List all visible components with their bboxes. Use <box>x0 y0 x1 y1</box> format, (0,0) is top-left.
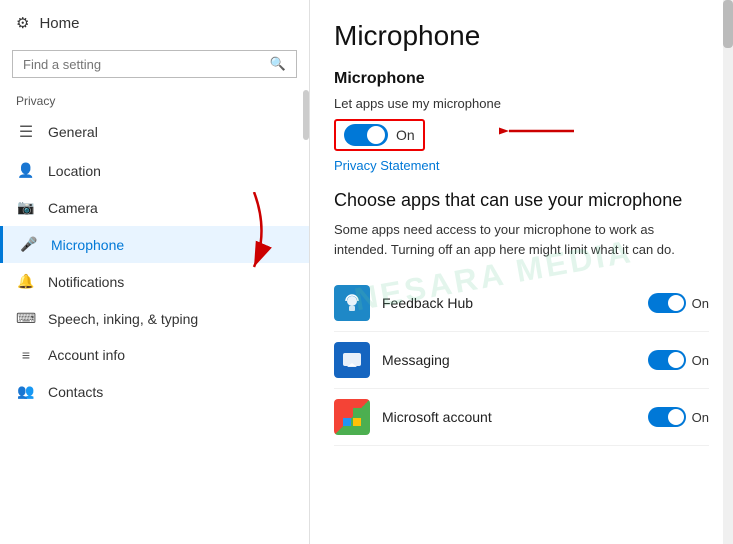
messaging-toggle[interactable] <box>648 350 686 370</box>
account-icon: ≡ <box>16 347 36 363</box>
home-label: Home <box>39 15 79 32</box>
microphone-icon: 🎤 <box>19 236 39 253</box>
app-name-messaging: Messaging <box>382 352 636 368</box>
toggle-state: On <box>396 127 415 143</box>
location-icon: 👤 <box>16 162 36 179</box>
contacts-icon: 👥 <box>16 383 36 400</box>
sidebar-item-label: Location <box>48 163 101 179</box>
toggle-label: Let apps use my microphone <box>334 96 709 111</box>
sidebar-item-label: Notifications <box>48 274 124 290</box>
feedback-hub-icon <box>334 285 370 321</box>
content-area: NESARA MEDIA Microphone Microphone Let a… <box>310 0 733 544</box>
sidebar-item-speech[interactable]: ⌨ Speech, inking, & typing <box>0 300 309 337</box>
sidebar-item-general[interactable]: ☰ General <box>0 112 309 152</box>
scrollbar-track <box>723 0 733 544</box>
sidebar: ⚙ Home 🔍 Privacy ☰ General 👤 Location 📷 … <box>0 0 310 544</box>
messaging-toggle-row: On <box>648 350 709 370</box>
sidebar-item-label: Camera <box>48 200 98 216</box>
microphone-toggle[interactable] <box>344 124 388 146</box>
sidebar-item-label: Speech, inking, & typing <box>48 311 198 327</box>
feedback-toggle-knob <box>668 295 684 311</box>
camera-icon: 📷 <box>16 199 36 216</box>
toggle-arrow-annotation <box>499 111 579 151</box>
feedback-toggle-state: On <box>692 296 709 311</box>
msaccount-toggle-row: On <box>648 407 709 427</box>
app-name-msaccount: Microsoft account <box>382 409 636 425</box>
toggle-row: On <box>334 119 709 151</box>
msaccount-icon <box>334 399 370 435</box>
sidebar-item-contacts[interactable]: 👥 Contacts <box>0 373 309 410</box>
messaging-toggle-state: On <box>692 353 709 368</box>
messaging-toggle-knob <box>668 352 684 368</box>
msaccount-toggle-state: On <box>692 410 709 425</box>
messaging-icon <box>334 342 370 378</box>
scrollbar-thumb[interactable] <box>723 0 733 48</box>
sidebar-item-label: Account info <box>48 347 125 363</box>
sidebar-scrollbar-thumb[interactable] <box>303 90 309 140</box>
home-icon: ⚙ <box>16 14 29 32</box>
search-icon: 🔍 <box>270 56 286 72</box>
choose-apps-desc: Some apps need access to your microphone… <box>334 220 709 259</box>
sidebar-item-label: General <box>48 124 98 140</box>
search-input[interactable] <box>23 57 270 72</box>
sidebar-item-label: Contacts <box>48 384 103 400</box>
search-box[interactable]: 🔍 <box>12 50 297 78</box>
app-row-messaging: Messaging On <box>334 332 709 389</box>
sidebar-item-label: Microphone <box>51 237 124 253</box>
page-title: Microphone <box>334 20 709 52</box>
toggle-knob <box>367 126 385 144</box>
sidebar-home-item[interactable]: ⚙ Home <box>0 0 309 46</box>
content-scroll[interactable]: NESARA MEDIA Microphone Microphone Let a… <box>310 0 733 544</box>
down-arrow-annotation <box>219 192 289 272</box>
general-icon: ☰ <box>16 122 36 142</box>
sidebar-item-account[interactable]: ≡ Account info <box>0 337 309 373</box>
feedback-hub-toggle[interactable] <box>648 293 686 313</box>
toggle-box[interactable]: On <box>334 119 425 151</box>
choose-apps-title: Choose apps that can use your microphone <box>334 189 709 212</box>
sidebar-item-location[interactable]: 👤 Location <box>0 152 309 189</box>
app-name-feedback: Feedback Hub <box>382 295 636 311</box>
speech-icon: ⌨ <box>16 310 36 327</box>
msaccount-toggle-knob <box>668 409 684 425</box>
privacy-statement-link[interactable]: Privacy Statement <box>334 158 440 173</box>
section-title: Microphone <box>334 70 709 88</box>
feedback-toggle-row: On <box>648 293 709 313</box>
msaccount-toggle[interactable] <box>648 407 686 427</box>
privacy-section-label: Privacy <box>0 88 309 112</box>
app-row-msaccount: Microsoft account On <box>334 389 709 446</box>
notifications-icon: 🔔 <box>16 273 36 290</box>
app-row-feedback: Feedback Hub On <box>334 275 709 332</box>
